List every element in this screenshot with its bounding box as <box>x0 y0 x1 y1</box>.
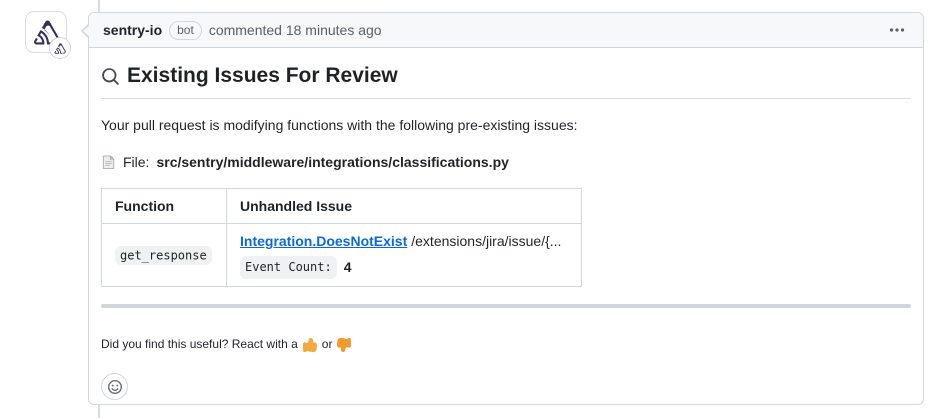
issue-transaction-path: /extensions/jira/issue/{... <box>411 233 561 249</box>
kebab-horizontal-icon <box>889 22 905 38</box>
sentry-logo-small-icon <box>54 43 66 54</box>
event-count-line: Event Count: 4 <box>240 256 568 278</box>
comment-body: Existing Issues For Review Your pull req… <box>89 48 923 412</box>
file-path: src/sentry/middleware/integrations/class… <box>156 152 508 172</box>
column-header-issue: Unhandled Issue <box>227 188 582 223</box>
intro-text: Your pull request is modifying functions… <box>101 115 911 135</box>
magnifying-glass-icon <box>101 67 120 86</box>
avatar-bot-badge <box>49 37 71 59</box>
section-heading-text: Existing Issues For Review <box>127 63 398 89</box>
feedback-note: Did you find this useful? React with a o… <box>101 336 911 353</box>
thumbs-down-icon <box>337 338 351 352</box>
issues-table: Function Unhandled Issue get_response In… <box>101 188 582 287</box>
table-header-row: Function Unhandled Issue <box>102 188 582 223</box>
comment-caret-fill <box>83 25 90 37</box>
issue-line: Integration.DoesNotExist/extensions/jira… <box>240 231 568 251</box>
column-header-function: Function <box>102 188 227 223</box>
feedback-question: Did you find this useful? React with a <box>101 336 298 353</box>
add-reaction-button[interactable] <box>101 373 128 400</box>
comment-timestamp: commented 18 minutes ago <box>209 22 382 38</box>
section-heading: Existing Issues For Review <box>101 63 911 99</box>
thumbs-up-icon <box>303 338 317 352</box>
event-count-label: Event Count: <box>240 256 337 278</box>
comment-card: sentry-io bot commented 18 minutes ago E… <box>88 12 924 405</box>
comment-options-button[interactable] <box>887 20 907 40</box>
feedback-or: or <box>322 336 333 353</box>
event-count-value: 4 <box>344 257 352 277</box>
function-name-code: get_response <box>115 246 212 265</box>
document-icon <box>101 154 116 170</box>
github-pr-timeline: sentry-io bot commented 18 minutes ago E… <box>0 0 937 418</box>
issue-link[interactable]: Integration.DoesNotExist <box>240 233 407 249</box>
author-link[interactable]: sentry-io <box>103 22 162 38</box>
file-label: File: <box>123 152 149 172</box>
issue-cell: Integration.DoesNotExist/extensions/jira… <box>227 224 582 287</box>
function-cell: get_response <box>102 224 227 287</box>
bot-badge: bot <box>169 21 202 40</box>
horizontal-rule <box>101 304 911 308</box>
comment-header: sentry-io bot commented 18 minutes ago <box>89 13 923 48</box>
table-row: get_response Integration.DoesNotExist/ex… <box>102 224 582 287</box>
smiley-icon <box>107 379 123 395</box>
file-line: File: src/sentry/middleware/integrations… <box>101 152 911 172</box>
